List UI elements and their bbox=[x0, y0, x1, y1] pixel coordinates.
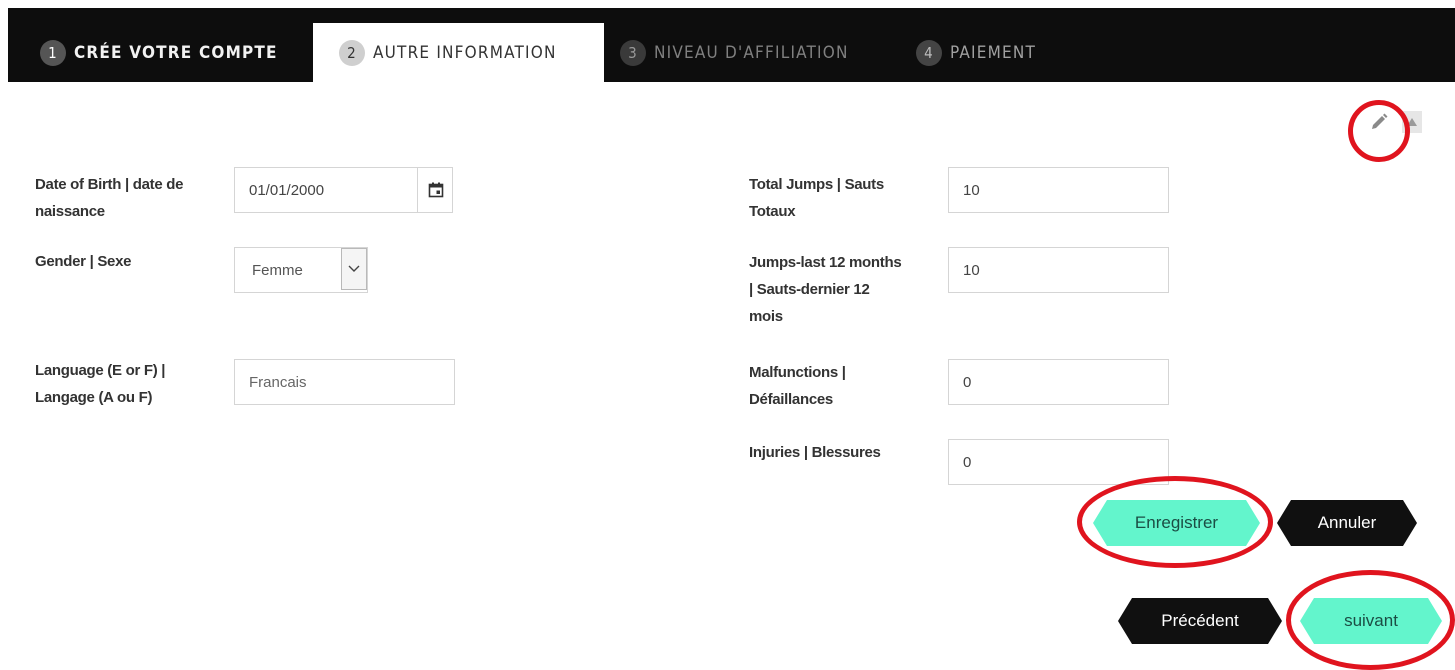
chevron-down-icon bbox=[348, 265, 360, 272]
previous-button[interactable]: Précédent bbox=[1118, 598, 1282, 644]
tab-other-information[interactable]: 2 AUTRE INFORMATION bbox=[313, 23, 604, 82]
tab-affiliation-level[interactable]: 3 NIVEAU D'AFFILIATION bbox=[620, 23, 849, 82]
gender-value: Femme bbox=[252, 261, 303, 279]
dob-value: 01/01/2000 bbox=[249, 181, 325, 199]
jumps-last-12-label: Jumps-last 12 months | Sauts-dernier 12 mo… bbox=[749, 254, 902, 325]
injuries-value: 0 bbox=[963, 453, 972, 471]
total-jumps-label: Total Jumps | Sauts Totaux bbox=[749, 176, 884, 220]
annotation-circle bbox=[1077, 476, 1273, 568]
tab-payment[interactable]: 4 PAIEMENT bbox=[916, 23, 1036, 82]
annotation-circle bbox=[1348, 100, 1410, 162]
wizard-tab-bar: 1 CRÉE VOTRE COMPTE 2 AUTRE INFORMATION … bbox=[8, 8, 1455, 82]
gender-label: Gender | Sexe bbox=[35, 253, 132, 270]
calendar-icon bbox=[428, 182, 443, 198]
total-jumps-field[interactable]: 10 bbox=[948, 167, 1169, 213]
malfunctions-field[interactable]: 0 bbox=[948, 359, 1169, 405]
total-jumps-value: 10 bbox=[963, 181, 980, 199]
dob-label: Date of Birth | date de naissance bbox=[35, 176, 184, 220]
annotation-circle bbox=[1286, 570, 1455, 670]
tab-label: NIVEAU D'AFFILIATION bbox=[654, 42, 849, 63]
jumps-last-12-value: 10 bbox=[963, 261, 980, 279]
step-number: 1 bbox=[40, 39, 66, 66]
step-number: 4 bbox=[916, 39, 942, 66]
language-value: Francais bbox=[249, 373, 307, 391]
step-number: 3 bbox=[620, 39, 646, 66]
calendar-button[interactable] bbox=[417, 167, 453, 213]
malfunctions-value: 0 bbox=[963, 373, 972, 391]
gender-dropdown-button[interactable] bbox=[341, 248, 367, 290]
tab-create-account[interactable]: 1 CRÉE VOTRE COMPTE bbox=[40, 23, 310, 82]
cancel-button[interactable]: Annuler bbox=[1277, 500, 1417, 546]
language-label: Language (E or F) | Langage (A ou F) bbox=[35, 362, 166, 406]
tab-label: PAIEMENT bbox=[950, 42, 1037, 63]
language-field[interactable]: Francais bbox=[234, 359, 455, 405]
jumps-last-12-field[interactable]: 10 bbox=[948, 247, 1169, 293]
injuries-field[interactable]: 0 bbox=[948, 439, 1169, 485]
step-number: 2 bbox=[339, 39, 365, 66]
tab-label: AUTRE INFORMATION bbox=[373, 42, 557, 63]
injuries-label: Injuries | Blessures bbox=[749, 444, 881, 461]
malfunctions-label: Malfunctions | Défaillances bbox=[749, 364, 846, 408]
tab-label: CRÉE VOTRE COMPTE bbox=[74, 42, 278, 63]
